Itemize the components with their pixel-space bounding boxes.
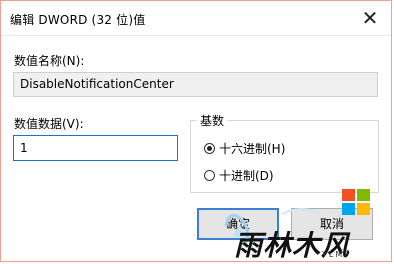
- value-data-label: 数值数据(V):: [14, 117, 84, 131]
- radio-checked-icon: [204, 143, 215, 154]
- radio-hexadecimal-label: 十六进制(H): [219, 142, 286, 156]
- title-bar: 编辑 DWORD (32 位)值 ✕: [1, 1, 391, 36]
- radio-decimal-label: 十进制(D): [219, 169, 274, 183]
- radio-unchecked-icon: [204, 170, 215, 181]
- windows-logo-icon: [342, 189, 371, 217]
- radio-decimal[interactable]: 十进制(D): [204, 167, 274, 184]
- value-name-field: DisableNotificationCenter: [13, 72, 378, 97]
- radio-hexadecimal[interactable]: 十六进制(H): [204, 140, 285, 157]
- dialog-title: 编辑 DWORD (32 位)值: [10, 13, 146, 27]
- close-button[interactable]: ✕: [355, 5, 385, 31]
- base-group-title: 基数: [197, 112, 228, 129]
- value-data-input[interactable]: [13, 135, 178, 161]
- value-name-label: 数值名称(N):: [14, 54, 85, 68]
- edit-dword-dialog: 编辑 DWORD (32 位)值 ✕ 数值名称(N): DisableNotif…: [0, 0, 392, 262]
- watermark-logo-subtext: YLMF: [322, 250, 351, 259]
